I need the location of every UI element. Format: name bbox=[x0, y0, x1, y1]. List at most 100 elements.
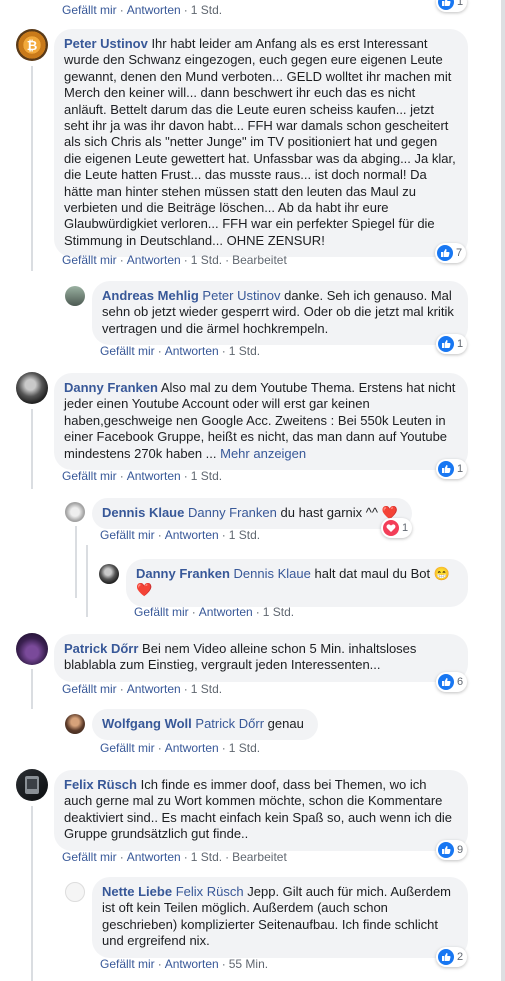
avatar-dennis-klaue[interactable] bbox=[65, 502, 85, 522]
reply-link[interactable]: Antworten bbox=[199, 605, 253, 619]
avatar-peter-ustinov[interactable]: ₿ bbox=[16, 29, 48, 61]
mention-link[interactable]: Danny Franken bbox=[188, 505, 277, 520]
comment-author[interactable]: Patrick Dőrr bbox=[64, 641, 138, 656]
comment-author[interactable]: Danny Franken bbox=[64, 380, 158, 395]
comment-actions: Gefällt mir · Antworten · 1 Std. · Bearbeitet bbox=[62, 850, 287, 864]
avatar-danny-franken[interactable] bbox=[16, 372, 48, 404]
page-frame-border bbox=[501, 0, 505, 981]
reply-link[interactable]: Antworten bbox=[165, 741, 219, 755]
comment-actions: Gefällt mir · Antworten · 1 Std. bbox=[100, 344, 261, 358]
timestamp: 1 Std. bbox=[190, 850, 223, 864]
reaction-count[interactable]: 1 bbox=[436, 0, 468, 12]
thread-line bbox=[31, 806, 33, 981]
reaction-count[interactable]: 1 bbox=[436, 459, 468, 479]
mention-link[interactable]: Patrick Dőrr bbox=[195, 716, 264, 731]
avatar-andreas-mehlig[interactable] bbox=[65, 286, 85, 306]
comment-bubble: Patrick Dőrr Bei nem Video alleine schon… bbox=[54, 634, 468, 682]
mention-link[interactable]: Felix Rüsch bbox=[176, 884, 244, 899]
like-icon bbox=[438, 0, 454, 10]
comment-author[interactable]: Wolfgang Woll bbox=[102, 716, 192, 731]
comment-actions-top: Gefällt mir · Antworten · 1 Std. bbox=[62, 3, 223, 17]
like-link[interactable]: Gefällt mir bbox=[62, 3, 117, 17]
like-icon bbox=[438, 674, 454, 690]
svg-text:₿: ₿ bbox=[27, 39, 38, 54]
timestamp: 1 Std. bbox=[228, 528, 261, 542]
comment-author[interactable]: Dennis Klaue bbox=[102, 505, 184, 520]
comment-bubble: Felix Rüsch Ich finde es immer doof, das… bbox=[54, 770, 468, 851]
like-icon bbox=[438, 949, 454, 965]
reply-link[interactable]: Antworten bbox=[165, 344, 219, 358]
reply-bubble: Wolfgang Woll Patrick Dőrr genau bbox=[92, 709, 318, 741]
reaction-count[interactable]: 1 bbox=[436, 334, 468, 354]
comment-bubble: Danny Franken Also mal zu dem Youtube Th… bbox=[54, 373, 468, 471]
thread-line bbox=[86, 545, 88, 617]
like-link[interactable]: Gefällt mir bbox=[100, 957, 155, 971]
avatar-wolfgang-woll[interactable] bbox=[65, 714, 85, 734]
thread-line bbox=[75, 526, 77, 598]
like-icon bbox=[438, 336, 454, 352]
like-icon bbox=[438, 842, 454, 858]
comment-text: du hast garnix ^^ ❤️ bbox=[280, 505, 398, 520]
comment-actions: Gefällt mir · Antworten · 1 Std. · Bearbeitet bbox=[62, 253, 287, 267]
comment-bubble: Peter Ustinov Ihr habt leider am Anfang … bbox=[54, 29, 468, 258]
thread-line bbox=[31, 669, 33, 709]
comment-author[interactable]: Felix Rüsch bbox=[64, 777, 137, 792]
like-link[interactable]: Gefällt mir bbox=[100, 741, 155, 755]
like-link[interactable]: Gefällt mir bbox=[62, 253, 117, 267]
comment-actions: Gefällt mir · Antworten · 1 Std. bbox=[100, 528, 261, 542]
reply-bubble: Andreas Mehlig Peter Ustinov danke. Seh … bbox=[92, 281, 468, 346]
reaction-count[interactable]: 6 bbox=[436, 672, 468, 692]
like-icon bbox=[438, 461, 454, 477]
timestamp: 1 Std. bbox=[190, 682, 223, 696]
reaction-count[interactable]: 1 bbox=[381, 518, 413, 538]
like-link[interactable]: Gefällt mir bbox=[62, 850, 117, 864]
heart-icon bbox=[383, 520, 399, 536]
timestamp: 55 Min. bbox=[228, 957, 269, 971]
reply-link[interactable]: Antworten bbox=[127, 469, 181, 483]
comment-actions: Gefällt mir · Antworten · 1 Std. bbox=[134, 605, 295, 619]
edited-label: Bearbeitet bbox=[232, 253, 287, 267]
see-more-link[interactable]: Mehr anzeigen bbox=[220, 446, 306, 461]
timestamp: 1 Std. bbox=[228, 741, 261, 755]
comment-actions: Gefällt mir · Antworten · 1 Std. bbox=[100, 741, 261, 755]
comment-author[interactable]: Peter Ustinov bbox=[64, 36, 148, 51]
avatar-felix-ruesch[interactable] bbox=[16, 769, 48, 801]
comment-text: Ihr habt leider am Anfang als es erst In… bbox=[64, 36, 456, 248]
reaction-count[interactable]: 9 bbox=[436, 840, 468, 860]
mention-link[interactable]: Peter Ustinov bbox=[202, 288, 280, 303]
comment-author[interactable]: Nette Liebe bbox=[102, 884, 172, 899]
edited-label: Bearbeitet bbox=[232, 850, 287, 864]
timestamp: 1 Std. bbox=[262, 605, 295, 619]
reply-link[interactable]: Antworten bbox=[127, 850, 181, 864]
comment-actions: Gefällt mir · Antworten · 55 Min. bbox=[100, 957, 269, 971]
timestamp: 1 Std. bbox=[228, 344, 261, 358]
reply-link[interactable]: Antworten bbox=[127, 3, 181, 17]
avatar-nette-liebe[interactable] bbox=[65, 882, 85, 902]
reply-bubble: Nette Liebe Felix Rüsch Jepp. Gilt auch … bbox=[92, 877, 468, 958]
comment-text: genau bbox=[267, 716, 304, 731]
avatar-patrick-doerr[interactable] bbox=[16, 633, 48, 665]
thread-line bbox=[31, 66, 33, 271]
reaction-count[interactable]: 2 bbox=[436, 947, 468, 967]
reply-link[interactable]: Antworten bbox=[127, 682, 181, 696]
like-link[interactable]: Gefällt mir bbox=[62, 469, 117, 483]
timestamp: 1 Std. bbox=[190, 469, 223, 483]
thread-line bbox=[31, 409, 33, 489]
reply-link[interactable]: Antworten bbox=[165, 528, 219, 542]
timestamp: 1 Std. bbox=[190, 253, 223, 267]
reply-link[interactable]: Antworten bbox=[127, 253, 181, 267]
comment-actions: Gefällt mir · Antworten · 1 Std. bbox=[62, 682, 223, 696]
like-icon bbox=[437, 245, 453, 261]
reply-bubble: Dennis Klaue Danny Franken du hast garni… bbox=[92, 498, 412, 530]
like-link[interactable]: Gefällt mir bbox=[134, 605, 189, 619]
like-link[interactable]: Gefällt mir bbox=[100, 344, 155, 358]
comment-author[interactable]: Danny Franken bbox=[136, 566, 230, 581]
reply-link[interactable]: Antworten bbox=[165, 957, 219, 971]
like-link[interactable]: Gefällt mir bbox=[62, 682, 117, 696]
avatar-danny-franken[interactable] bbox=[99, 564, 119, 584]
mention-link[interactable]: Dennis Klaue bbox=[234, 566, 311, 581]
reply-bubble: Danny Franken Dennis Klaue halt dat maul… bbox=[126, 559, 468, 607]
comment-author[interactable]: Andreas Mehlig bbox=[102, 288, 199, 303]
reaction-count[interactable]: 7 bbox=[435, 243, 467, 263]
like-link[interactable]: Gefällt mir bbox=[100, 528, 155, 542]
